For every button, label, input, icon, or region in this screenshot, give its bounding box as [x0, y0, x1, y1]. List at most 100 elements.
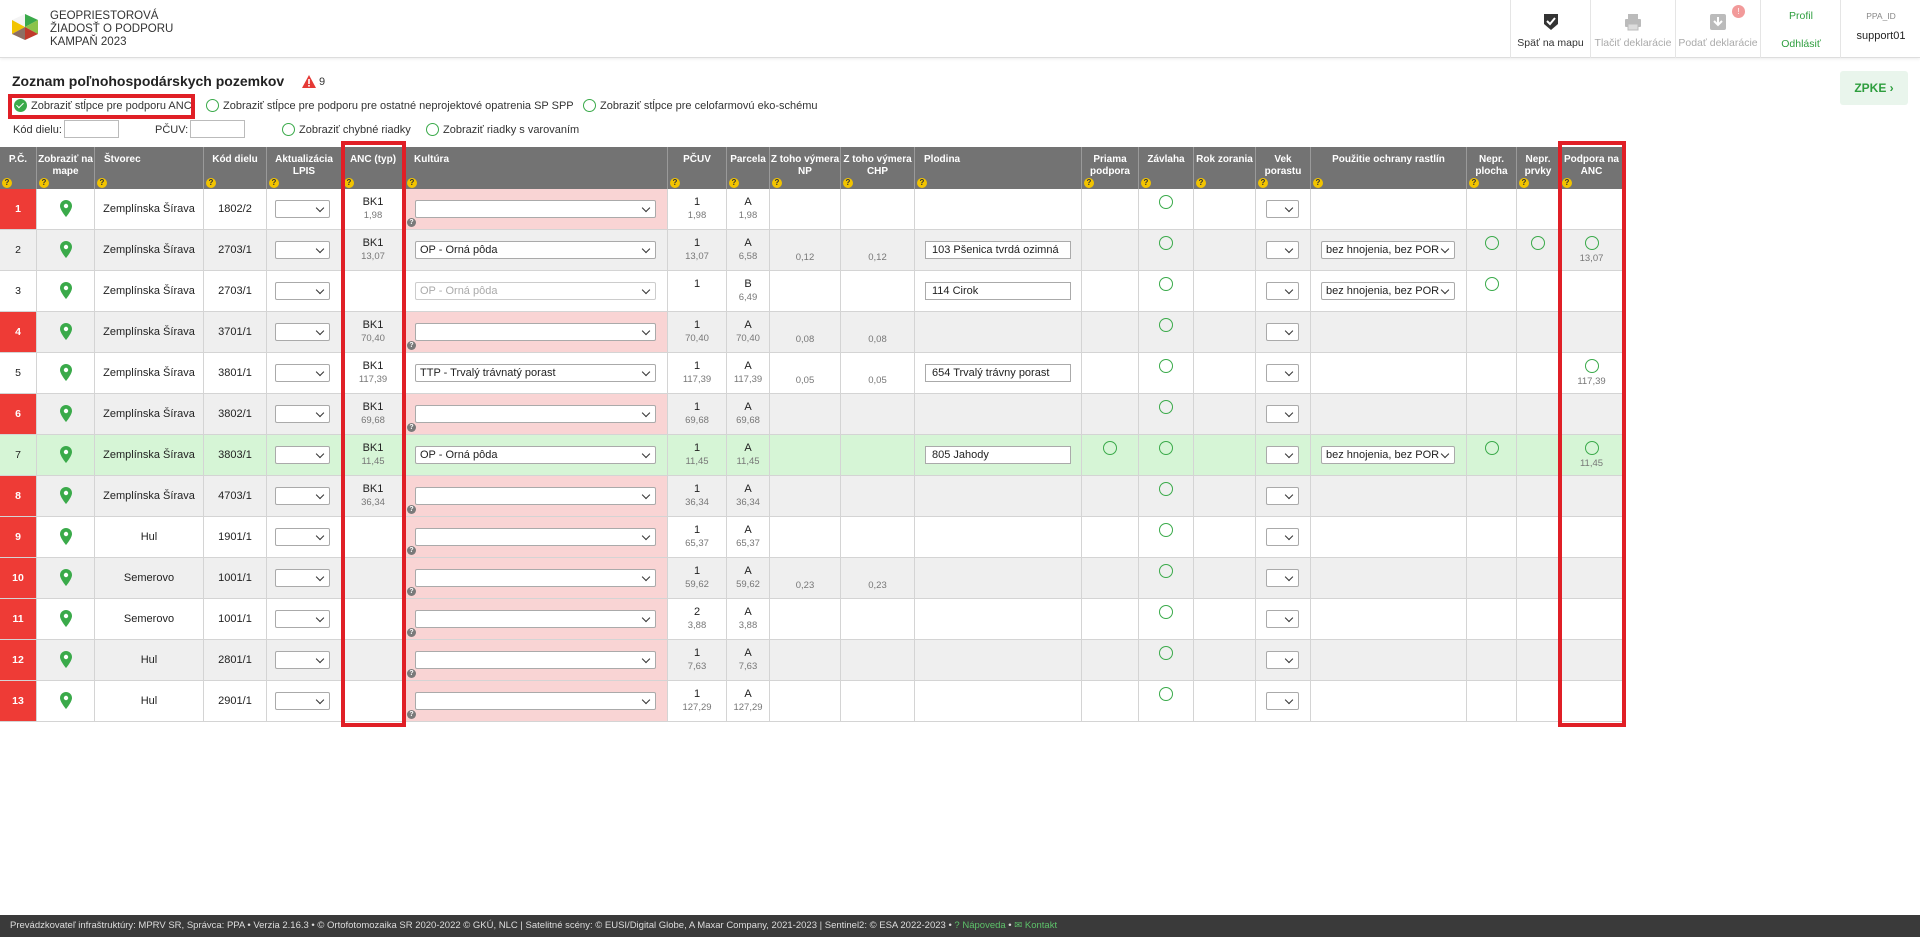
map-pin-icon[interactable] [60, 692, 72, 709]
cell-map[interactable] [37, 558, 95, 598]
vek-select[interactable] [1266, 364, 1299, 382]
cell-nepr-prvky[interactable] [1517, 230, 1560, 270]
kultura-select[interactable] [415, 651, 656, 669]
column-header-rok[interactable]: Rok zorania? [1194, 147, 1256, 189]
column-header-zavlaha[interactable]: Závlaha? [1139, 147, 1194, 189]
help-icon[interactable]: ? [407, 505, 416, 514]
help-icon[interactable]: ? [407, 423, 416, 432]
map-pin-icon[interactable] [60, 200, 72, 217]
lpis-select[interactable] [275, 200, 330, 218]
help-icon[interactable]: ? [729, 178, 739, 188]
help-icon[interactable]: ? [407, 546, 416, 555]
cell-map[interactable] [37, 189, 95, 229]
help-icon[interactable]: ? [1469, 178, 1479, 188]
vek-select[interactable] [1266, 569, 1299, 587]
vek-select[interactable] [1266, 200, 1299, 218]
column-header-np[interactable]: Z toho výmera NP? [770, 147, 841, 189]
help-icon[interactable]: ? [772, 178, 782, 188]
lpis-select[interactable] [275, 569, 330, 587]
cell-priama[interactable] [1082, 435, 1139, 475]
cell-map[interactable] [37, 435, 95, 475]
warning-icon[interactable] [302, 75, 316, 88]
cell-map[interactable] [37, 476, 95, 516]
lpis-select[interactable] [275, 364, 330, 382]
plodina-input[interactable]: 114 Cirok [925, 282, 1071, 300]
cell-nepr-plocha[interactable] [1467, 271, 1517, 311]
column-header-parcela[interactable]: Parcela? [727, 147, 770, 189]
kod-dielu-input[interactable] [64, 120, 119, 138]
filter-other-radio[interactable]: Zobraziť stĺpce pre podporu pre ostatné … [206, 99, 574, 112]
help-icon[interactable]: ? [269, 178, 279, 188]
cell-zavlaha[interactable] [1139, 640, 1194, 680]
vek-select[interactable] [1266, 405, 1299, 423]
kultura-select[interactable] [415, 200, 656, 218]
cell-map[interactable] [37, 353, 95, 393]
cell-zavlaha[interactable] [1139, 271, 1194, 311]
cell-zavlaha[interactable] [1139, 517, 1194, 557]
map-pin-icon[interactable] [60, 282, 72, 299]
profile-link[interactable]: Profil [1761, 10, 1841, 22]
help-icon[interactable]: ? [2, 178, 12, 188]
filter-anc-radio[interactable]: Zobraziť stĺpce pre podporu ANC [14, 99, 192, 112]
help-icon[interactable]: ? [917, 178, 927, 188]
map-pin-icon[interactable] [60, 651, 72, 668]
vek-select[interactable] [1266, 528, 1299, 546]
nepr-plocha-checkbox[interactable] [1484, 441, 1499, 455]
cell-zavlaha[interactable] [1139, 681, 1194, 721]
nepr-plocha-checkbox[interactable] [1484, 236, 1499, 250]
column-header-stvorec[interactable]: Štvorec? [95, 147, 204, 189]
pcuv-input[interactable] [190, 120, 245, 138]
lpis-select[interactable] [275, 528, 330, 546]
zavlaha-checkbox[interactable] [1159, 277, 1173, 291]
map-pin-icon[interactable] [60, 405, 72, 422]
vek-select[interactable] [1266, 241, 1299, 259]
vek-select[interactable] [1266, 651, 1299, 669]
cell-map[interactable] [37, 271, 95, 311]
lpis-select[interactable] [275, 487, 330, 505]
cell-map[interactable] [37, 640, 95, 680]
help-icon[interactable]: ? [407, 178, 417, 188]
submit-declaration-button[interactable]: ! Podať deklarácie [1675, 0, 1760, 58]
lpis-select[interactable] [275, 241, 330, 259]
help-icon[interactable]: ? [39, 178, 49, 188]
cell-zavlaha[interactable] [1139, 476, 1194, 516]
help-icon[interactable]: ? [407, 710, 416, 719]
kultura-select[interactable] [415, 487, 656, 505]
cell-nepr-plocha[interactable] [1467, 230, 1517, 270]
kultura-select[interactable] [415, 569, 656, 587]
zavlaha-checkbox[interactable] [1159, 318, 1173, 332]
column-header-pc[interactable]: P.Č.? [0, 147, 37, 189]
column-header-chp[interactable]: Z toho výmera CHP? [841, 147, 915, 189]
vek-select[interactable] [1266, 610, 1299, 628]
kultura-select[interactable]: OP - Orná pôda [415, 282, 656, 300]
cell-zavlaha[interactable] [1139, 353, 1194, 393]
plodina-input[interactable]: 805 Jahody [925, 446, 1071, 464]
help-icon[interactable]: ? [407, 669, 416, 678]
ochrana-select[interactable]: bez hnojenia, bez POR [1321, 241, 1455, 259]
vek-select[interactable] [1266, 282, 1299, 300]
help-icon[interactable]: ? [407, 218, 416, 227]
column-header-vek[interactable]: Vek porastu? [1256, 147, 1311, 189]
help-link[interactable]: ? Nápoveda [954, 920, 1005, 931]
cell-nepr-plocha[interactable] [1467, 435, 1517, 475]
help-icon[interactable]: ? [1084, 178, 1094, 188]
map-pin-icon[interactable] [60, 446, 72, 463]
help-icon[interactable]: ? [1519, 178, 1529, 188]
zavlaha-checkbox[interactable] [1159, 482, 1173, 496]
map-pin-icon[interactable] [60, 487, 72, 504]
kultura-select[interactable] [415, 528, 656, 546]
vek-select[interactable] [1266, 323, 1299, 341]
zavlaha-checkbox[interactable] [1159, 195, 1173, 209]
cell-map[interactable] [37, 681, 95, 721]
print-button[interactable]: Tlačiť deklarácie [1590, 0, 1675, 58]
zavlaha-checkbox[interactable] [1159, 687, 1173, 701]
zavlaha-checkbox[interactable] [1159, 359, 1173, 373]
zavlaha-checkbox[interactable] [1159, 564, 1173, 578]
zavlaha-checkbox[interactable] [1159, 236, 1173, 250]
map-pin-icon[interactable] [60, 323, 72, 340]
kultura-select[interactable]: OP - Orná pôda [415, 241, 656, 259]
nepr-prvky-checkbox[interactable] [1531, 236, 1545, 250]
help-icon[interactable]: ? [407, 628, 416, 637]
kultura-select[interactable]: TTP - Trvalý trávnatý porast [415, 364, 656, 382]
cell-zavlaha[interactable] [1139, 435, 1194, 475]
